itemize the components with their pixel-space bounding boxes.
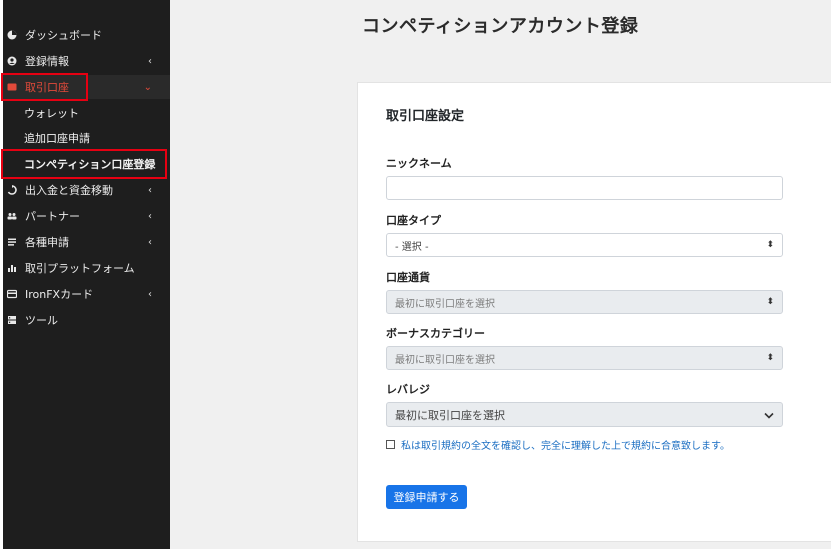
submit-button[interactable]: 登録申請する [386, 485, 467, 509]
sidebar-item-applications[interactable]: 各種申請 ‹ [3, 230, 170, 254]
sidebar-item-deposits-transfers[interactable]: 出入金と資金移動 ‹ [3, 178, 170, 202]
credit-card-icon [7, 289, 17, 299]
sidebar-subitem-label: コンペティション口座登録 [24, 158, 156, 171]
sidebar: ダッシュボード 登録情報 ‹ 取引口座 ⌄ ウォレット 追加口座申請 コンペティ… [3, 0, 170, 549]
leverage-value: 最初に取引口座を選択 [395, 408, 505, 422]
bonus-category-label: ボーナスカテゴリー [386, 327, 485, 340]
sidebar-subitem-label: 追加口座申請 [24, 132, 90, 145]
chevron-left-icon: ‹ [148, 210, 152, 222]
sidebar-item-ironfx-card[interactable]: IronFXカード ‹ [3, 282, 170, 306]
bonus-category-select[interactable]: 最初に取引口座を選択 ⬍ [386, 346, 783, 370]
bonus-category-value: 最初に取引口座を選択 [395, 354, 495, 366]
sidebar-item-label: 登録情報 [25, 55, 69, 68]
terms-agreement: 私は取引規約の全文を確認し、完全に理解した上で規約に合意致します。 [386, 437, 730, 452]
card-title: 取引口座設定 [386, 109, 465, 124]
nickname-input[interactable] [386, 176, 783, 200]
sidebar-item-label: IronFXカード [25, 288, 94, 301]
user-circle-icon [7, 56, 17, 66]
sidebar-item-dashboard[interactable]: ダッシュボード [3, 23, 170, 47]
tools-icon [7, 315, 17, 325]
sidebar-item-label: ダッシュボード [25, 29, 102, 42]
sidebar-subitem-label: ウォレット [24, 107, 79, 120]
sidebar-subitem-additional-account[interactable]: 追加口座申請 [3, 126, 170, 150]
dashboard-pie-icon [7, 30, 17, 40]
account-card-icon [7, 82, 17, 92]
sidebar-item-registration-info[interactable]: 登録情報 ‹ [3, 49, 170, 73]
chevron-left-icon: ‹ [148, 55, 152, 67]
sidebar-item-tools[interactable]: ツール [3, 308, 170, 332]
chevron-left-icon: ‹ [148, 288, 152, 300]
currency-select[interactable]: 最初に取引口座を選択 ⬍ [386, 290, 783, 314]
sidebar-item-label: パートナー [25, 210, 80, 223]
sidebar-item-label: 各種申請 [25, 236, 69, 249]
select-arrows-icon: ⬍ [766, 353, 774, 363]
terms-text[interactable]: 私は取引規約の全文を確認し、完全に理解した上で規約に合意致します。 [401, 437, 730, 452]
sidebar-subitem-wallet[interactable]: ウォレット [3, 101, 170, 125]
terms-checkbox[interactable] [386, 440, 395, 449]
chevron-left-icon: ‹ [148, 184, 152, 196]
account-type-select[interactable]: - 選択 - ⬍ [386, 233, 783, 257]
sidebar-item-label: 出入金と資金移動 [25, 184, 113, 197]
chevron-left-icon: ‹ [148, 236, 152, 248]
list-icon [7, 237, 17, 247]
chevron-down-icon [764, 408, 774, 422]
chevron-down-icon: ⌄ [143, 81, 152, 93]
sidebar-item-label: ツール [25, 314, 58, 327]
leverage-label: レバレジ [386, 383, 430, 396]
sidebar-item-trading-account[interactable]: 取引口座 ⌄ [3, 75, 170, 99]
sidebar-subitem-competition-account[interactable]: コンペティション口座登録 [3, 152, 170, 176]
select-arrows-icon: ⬍ [766, 240, 774, 250]
partners-icon [7, 211, 17, 221]
page-title: コンペティションアカウント登録 [362, 16, 639, 37]
leverage-select[interactable]: 最初に取引口座を選択 [386, 402, 783, 427]
transfer-icon [7, 185, 17, 195]
form-card: 取引口座設定 ニックネーム 口座タイプ - 選択 - ⬍ 口座通貨 最初に取引口… [357, 82, 831, 542]
account-type-label: 口座タイプ [386, 214, 441, 227]
bar-chart-icon [7, 263, 17, 273]
sidebar-item-trading-platform[interactable]: 取引プラットフォーム [3, 256, 170, 280]
sidebar-item-partners[interactable]: パートナー ‹ [3, 204, 170, 228]
sidebar-item-label: 取引口座 [25, 81, 69, 94]
sidebar-item-label: 取引プラットフォーム [25, 262, 135, 275]
select-arrows-icon: ⬍ [766, 297, 774, 307]
currency-label: 口座通貨 [386, 271, 430, 284]
nickname-label: ニックネーム [386, 157, 452, 170]
currency-value: 最初に取引口座を選択 [395, 298, 495, 310]
account-type-value: - 選択 - [395, 241, 429, 253]
